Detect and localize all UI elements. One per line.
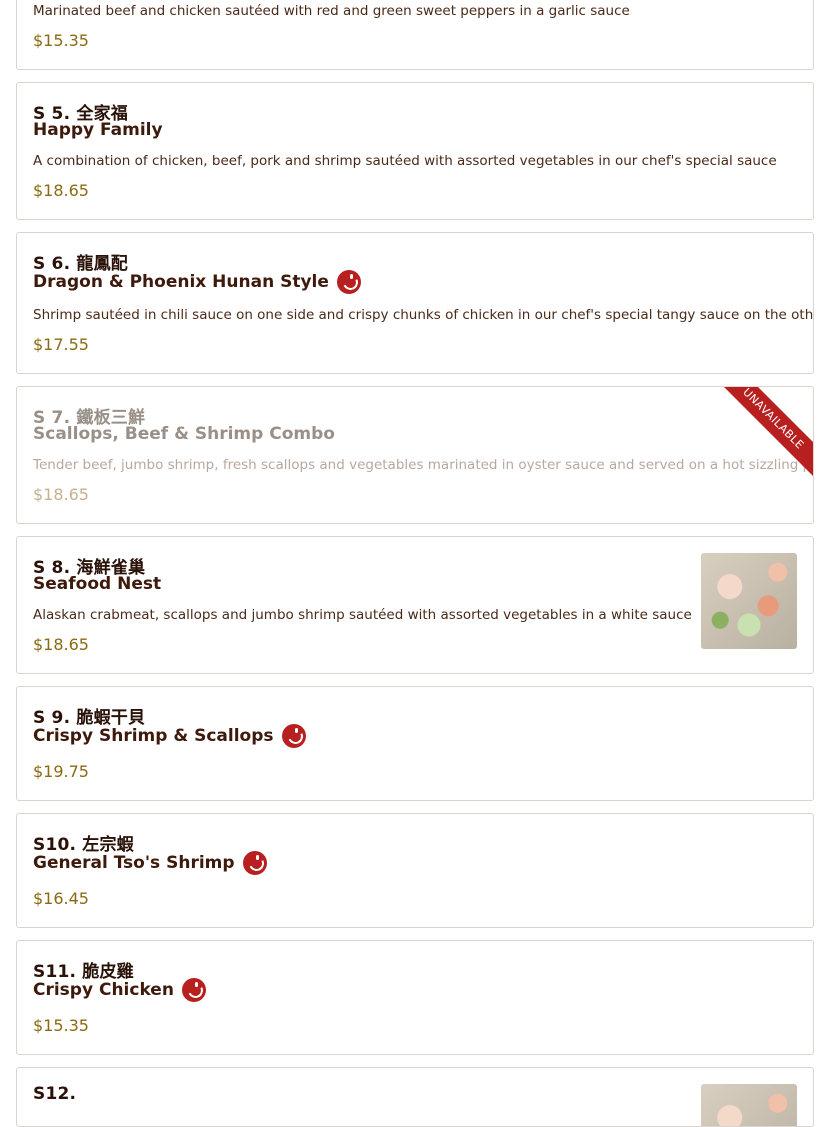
chili-pepper-icon (336, 270, 361, 294)
item-name-text: Seafood Nest (33, 574, 162, 594)
item-description: Alaskan crabmeat, scallops and jumbo shr… (33, 607, 692, 623)
item-name-text: Happy Family (33, 120, 163, 140)
item-price: $15.35 (33, 31, 89, 50)
item-price: $18.65 (33, 181, 89, 200)
item-name: Scallops, Beef & Shrimp Combo (33, 424, 335, 444)
item-name: Dragon & Phoenix Hunan Style (33, 270, 361, 294)
chili-pepper-icon (281, 724, 306, 748)
item-code: S12. (33, 1084, 77, 1104)
menu-item-card[interactable]: S10. 左宗蝦 General Tso's Shrimp $16.45 (16, 813, 814, 928)
item-name-text: Crispy Shrimp & Scallops (33, 726, 274, 746)
item-description: Marinated beef and chicken sautéed with … (33, 3, 630, 19)
item-price: $16.45 (33, 889, 89, 908)
item-name: Seafood Nest (33, 574, 161, 594)
item-description: A combination of chicken, beef, pork and… (33, 153, 777, 169)
item-name: General Tso's Shrimp (33, 851, 267, 875)
menu-item-card[interactable]: S 6. 龍鳳配 Dragon & Phoenix Hunan Style Sh… (16, 232, 814, 374)
item-name: Crispy Chicken (33, 978, 206, 1002)
item-name: Happy Family (33, 120, 163, 140)
item-photo[interactable] (701, 553, 797, 649)
menu-item-card[interactable]: S 8. 海鮮雀巢 Seafood Nest Alaskan crabmeat,… (16, 536, 814, 674)
menu-item-card[interactable]: S 5. 全家福 Happy Family A combination of c… (16, 82, 814, 220)
item-description: Tender beef, jumbo shrimp, fresh scallop… (33, 457, 814, 473)
menu-item-card[interactable]: S11. 脆皮雞 Crispy Chicken $15.35 (16, 940, 814, 1055)
item-name-text: Dragon & Phoenix Hunan Style (33, 272, 329, 292)
item-price: $19.75 (33, 762, 89, 781)
item-price: $15.35 (33, 1016, 89, 1035)
item-photo[interactable] (701, 1084, 797, 1126)
item-description: Shrimp sautéed in chili sauce on one sid… (33, 307, 814, 323)
item-name-text: Scallops, Beef & Shrimp Combo (33, 424, 335, 444)
item-name-text: Crispy Chicken (33, 980, 174, 1000)
menu-item-card[interactable]: S 9. 脆蝦干貝 Crispy Shrimp & Scallops $19.7… (16, 686, 814, 801)
item-price: $17.55 (33, 335, 89, 354)
menu-item-card-unavailable: S 7. 鐵板三鮮 Scallops, Beef & Shrimp Combo … (16, 386, 814, 524)
chili-pepper-icon (181, 978, 206, 1002)
item-price: $18.65 (33, 635, 89, 654)
item-price: $18.65 (33, 485, 89, 504)
menu-item-card[interactable]: Marinated beef and chicken sautéed with … (16, 0, 814, 70)
item-name: Crispy Shrimp & Scallops (33, 724, 306, 748)
menu-item-card[interactable]: S12. (16, 1067, 814, 1127)
chili-pepper-icon (242, 851, 267, 875)
item-name-text: General Tso's Shrimp (33, 853, 235, 873)
